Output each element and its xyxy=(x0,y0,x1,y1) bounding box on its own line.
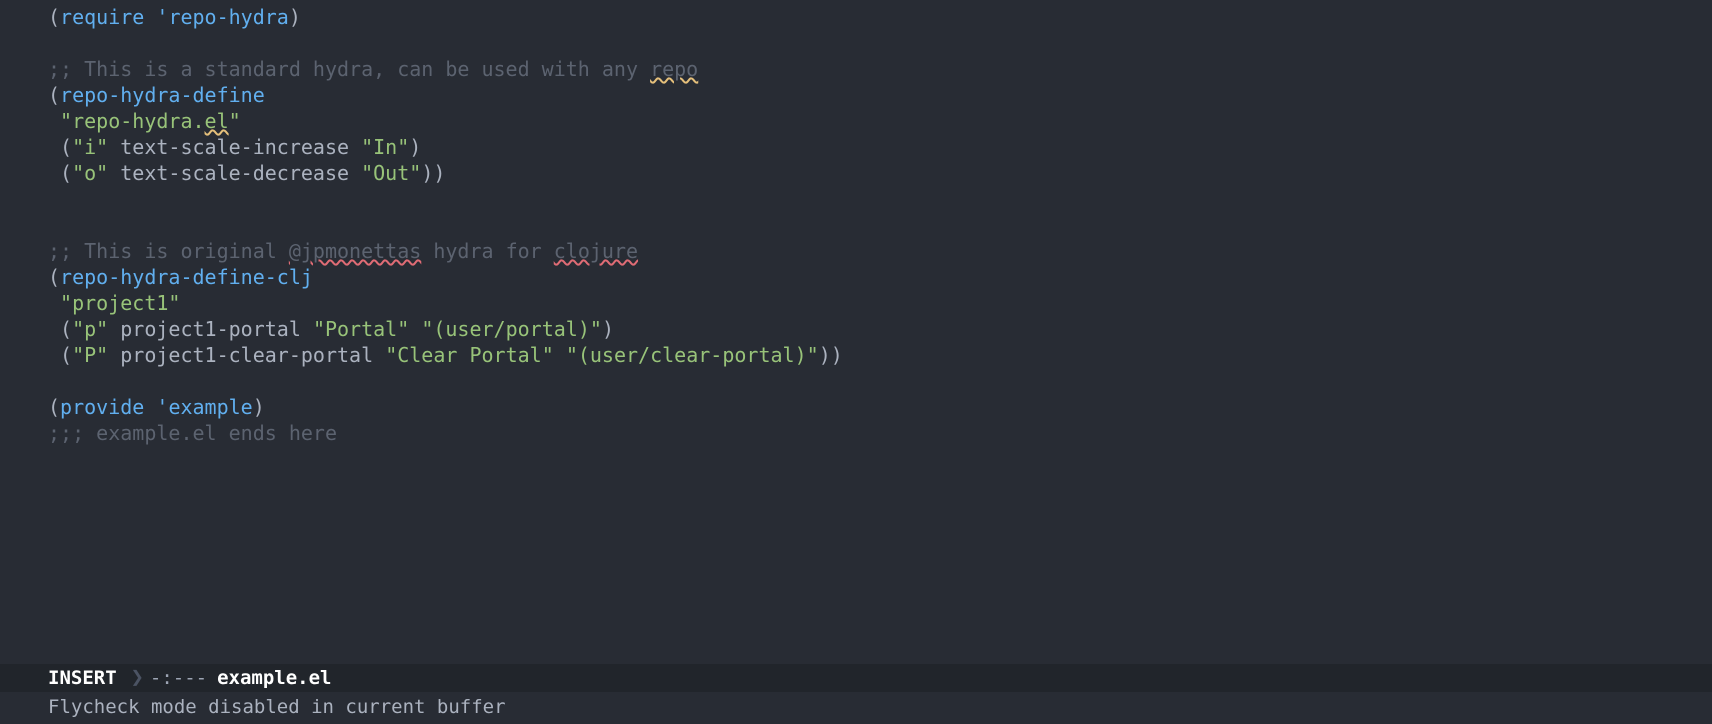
code-line[interactable]: (provide 'example) xyxy=(48,394,1712,420)
code-line[interactable]: "repo-hydra.el" xyxy=(48,108,1712,134)
function-name: repo-hydra-define-clj xyxy=(60,265,313,289)
evil-state-indicator: INSERT xyxy=(48,666,117,691)
echo-area: Flycheck mode disabled in current buffer xyxy=(48,695,506,720)
paren-close: ) xyxy=(289,5,301,29)
function-name: repo-hydra-define xyxy=(60,83,265,107)
code-line[interactable]: (require 'repo-hydra) xyxy=(48,4,1712,30)
code-editor[interactable]: (require 'repo-hydra) ;; This is a stand… xyxy=(0,0,1712,660)
code-line[interactable]: ("i" text-scale-increase "In") xyxy=(48,134,1712,160)
code-line[interactable]: ("P" project1-clear-portal "Clear Portal… xyxy=(48,342,1712,368)
buffer-name: example.el xyxy=(217,666,331,691)
quoted-symbol: example xyxy=(168,395,252,419)
spell-warning: el xyxy=(205,109,229,133)
keyword-provide: provide xyxy=(60,395,144,419)
code-line[interactable]: (repo-hydra-define-clj xyxy=(48,264,1712,290)
spell-warning: repo xyxy=(650,57,698,81)
chevron-right-icon: ❯ xyxy=(131,664,144,693)
blank-line[interactable] xyxy=(48,186,1712,212)
blank-line[interactable] xyxy=(48,30,1712,56)
comment-line[interactable]: ;; This is a standard hydra, can be used… xyxy=(48,56,1712,82)
mode-line[interactable]: INSERT ❯ -:--- example.el xyxy=(0,664,1712,692)
spell-error: clojure xyxy=(554,239,638,263)
code-line[interactable]: (repo-hydra-define xyxy=(48,82,1712,108)
tick: ' xyxy=(156,5,168,29)
comment-line[interactable]: ;; This is original @jpmonettas hydra fo… xyxy=(48,238,1712,264)
keyword-require: require xyxy=(60,5,144,29)
spell-error: @jpmonettas xyxy=(289,239,421,263)
code-line[interactable]: ("o" text-scale-decrease "Out")) xyxy=(48,160,1712,186)
code-line[interactable]: ("p" project1-portal "Portal" "(user/por… xyxy=(48,316,1712,342)
paren-open: ( xyxy=(48,5,60,29)
quoted-symbol: repo-hydra xyxy=(168,5,288,29)
buffer-status: -:--- xyxy=(150,666,207,691)
blank-line[interactable] xyxy=(48,212,1712,238)
code-line[interactable]: "project1" xyxy=(48,290,1712,316)
comment-line[interactable]: ;;; example.el ends here xyxy=(48,420,1712,446)
blank-line[interactable] xyxy=(48,368,1712,394)
